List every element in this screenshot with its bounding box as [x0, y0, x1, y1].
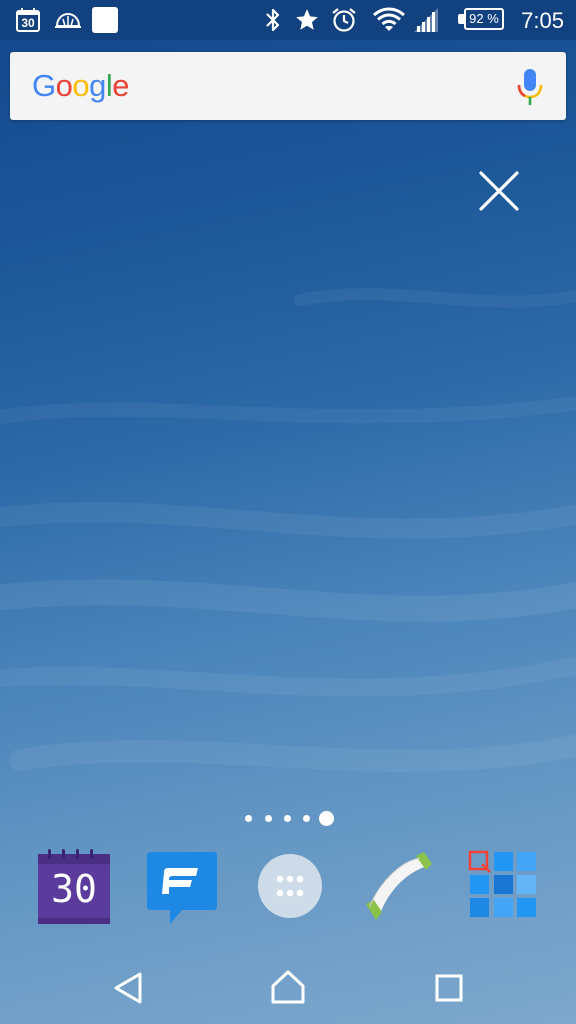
- grid-app-icon[interactable]: [466, 848, 546, 928]
- google-search-bar[interactable]: Google: [10, 52, 566, 120]
- google-logo-letter: e: [112, 68, 130, 103]
- star-icon: [296, 9, 318, 30]
- calendar-app-icon[interactable]: 30: [34, 848, 114, 928]
- calendar-app-date: 30: [51, 867, 97, 911]
- calendar-notification-date: 30: [21, 16, 35, 30]
- page-dot[interactable]: [245, 815, 252, 822]
- page-dot[interactable]: [284, 815, 291, 822]
- google-logo-letter: o: [72, 68, 90, 103]
- battery-icon: 92 %: [464, 8, 504, 30]
- phone-app-icon[interactable]: [358, 848, 438, 928]
- page-indicator: [0, 810, 576, 826]
- google-logo-letter: g: [89, 68, 106, 103]
- page-dot[interactable]: [265, 815, 272, 822]
- signal-icon: [414, 8, 438, 32]
- recents-icon[interactable]: [426, 966, 470, 1010]
- blank-notification-icon: [92, 7, 118, 33]
- close-icon[interactable]: [474, 166, 524, 216]
- page-dot[interactable]: [303, 815, 310, 822]
- alarm-icon: [332, 8, 356, 32]
- navigation-bar: [0, 948, 576, 1024]
- back-icon[interactable]: [106, 966, 150, 1010]
- google-logo-letter: G: [32, 68, 56, 103]
- calendar-notification-icon: 30: [16, 8, 40, 32]
- app-drawer-icon[interactable]: [250, 848, 330, 928]
- google-logo: Google: [32, 66, 130, 106]
- cloud-notification-icon: [55, 12, 81, 28]
- mic-icon[interactable]: [516, 68, 544, 106]
- status-bar: 30 92 % 7:05: [0, 0, 576, 40]
- status-time: 7:05: [521, 8, 564, 33]
- messaging-app-icon[interactable]: [142, 848, 222, 928]
- battery-level: 92 %: [469, 11, 499, 26]
- google-logo-letter: o: [55, 68, 73, 103]
- bluetooth-icon: [266, 8, 280, 32]
- page-dot-active[interactable]: [319, 811, 334, 826]
- wifi-icon: [373, 7, 405, 31]
- home-icon[interactable]: [266, 966, 310, 1010]
